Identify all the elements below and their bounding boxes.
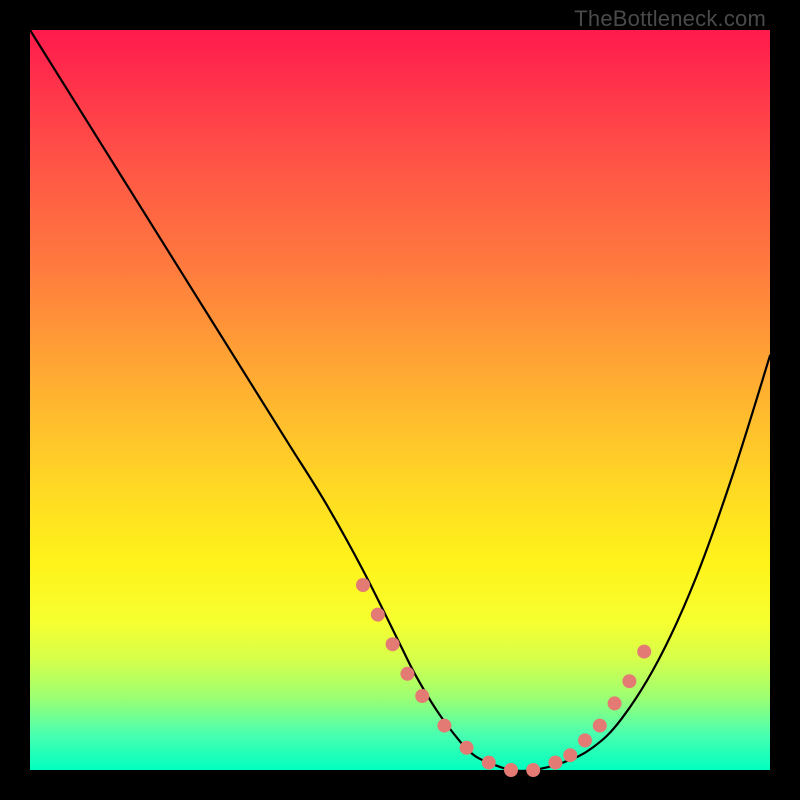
chart-frame: TheBottleneck.com xyxy=(0,0,800,800)
highlight-dot xyxy=(622,674,636,688)
plot-area xyxy=(30,30,770,770)
chart-svg xyxy=(30,30,770,770)
highlight-dot xyxy=(415,689,429,703)
highlight-dot xyxy=(504,763,518,777)
highlight-dot xyxy=(371,608,385,622)
highlight-dot xyxy=(386,637,400,651)
highlight-dot xyxy=(400,667,414,681)
highlight-dot xyxy=(437,719,451,733)
highlight-dot xyxy=(548,756,562,770)
highlight-dot xyxy=(578,733,592,747)
highlight-dots-group xyxy=(356,578,651,777)
highlight-dot xyxy=(460,741,474,755)
bottleneck-curve xyxy=(30,30,770,771)
highlight-dot xyxy=(608,696,622,710)
highlight-dot xyxy=(356,578,370,592)
watermark-text: TheBottleneck.com xyxy=(574,6,766,32)
highlight-dot xyxy=(482,756,496,770)
highlight-dot xyxy=(526,763,540,777)
highlight-dot xyxy=(563,748,577,762)
highlight-dot xyxy=(637,645,651,659)
highlight-dot xyxy=(593,719,607,733)
